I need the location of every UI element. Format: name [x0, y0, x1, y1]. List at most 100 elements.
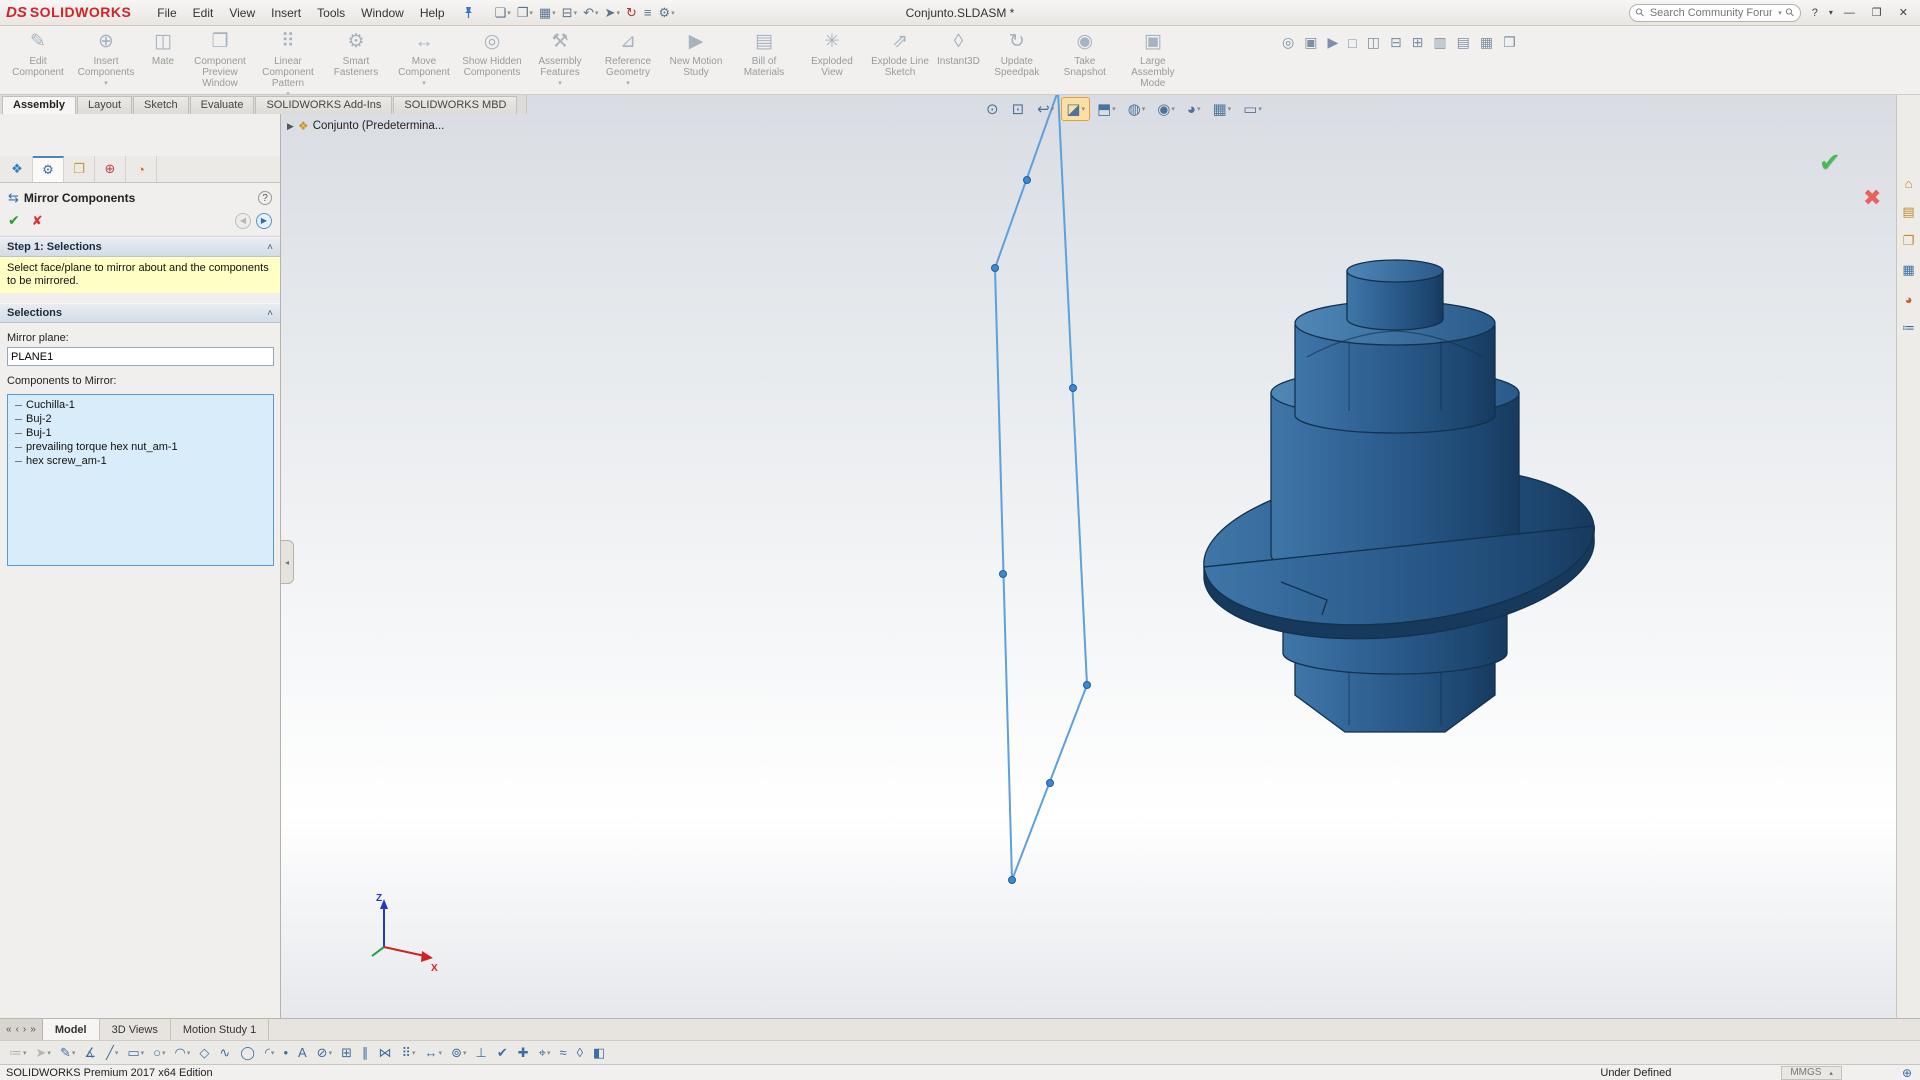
view-settings-button[interactable]: ▭ ▾: [1238, 97, 1267, 121]
update-speedpak-button[interactable]: ↻ Update Speedpak: [983, 26, 1051, 94]
selection-filter-button[interactable]: ≔ ▾: [5, 1043, 31, 1063]
move-component-button[interactable]: ↔ Move Component ▾: [390, 26, 458, 94]
fully-define-sketch-button[interactable]: ✔: [493, 1043, 513, 1063]
tab-solidworks-mbd[interactable]: SOLIDWORKS MBD: [393, 96, 518, 114]
display-style-button[interactable]: ◍ ▾: [1123, 97, 1151, 121]
point-button[interactable]: •: [279, 1043, 293, 1062]
solidworks-resources-tab[interactable]: ⌂: [1897, 170, 1920, 196]
configurationmanager-tab[interactable]: ❐: [64, 156, 95, 182]
record-video-button[interactable]: ▶: [1325, 32, 1340, 53]
reference-geometry-button[interactable]: ⊿ Reference Geometry ▾: [594, 26, 662, 94]
component-list-item[interactable]: hex screw_am-1: [8, 454, 273, 468]
search-icon[interactable]: ⚲: [1782, 5, 1797, 20]
zoom-to-fit-button[interactable]: ⊙: [981, 97, 1005, 121]
displaymanager-tab[interactable]: ◔: [126, 156, 157, 182]
tab-solidworks-add-ins[interactable]: SOLIDWORKS Add-Ins: [255, 96, 393, 114]
trim-entities-button[interactable]: ⊘ ▾: [313, 1043, 336, 1063]
centerpoint-arc-button[interactable]: ◠ ▾: [171, 1043, 195, 1063]
large-assembly-mode-button[interactable]: ▣ Large Assembly Mode: [1119, 26, 1187, 94]
design-library-tab[interactable]: ▤: [1897, 199, 1920, 225]
collapse-chevron-icon[interactable]: ˄: [267, 308, 273, 319]
insert-components-button[interactable]: ⊕ Insert Components ▾: [72, 26, 140, 94]
sketch-fillet-button[interactable]: ◜ ▾: [261, 1043, 279, 1063]
mirror-plane-input[interactable]: [7, 347, 274, 366]
add-relation-button[interactable]: ⊥: [471, 1043, 491, 1063]
custom-properties-tab[interactable]: ≔: [1897, 315, 1920, 341]
tab-sketch[interactable]: Sketch: [133, 96, 189, 114]
display-relations-button[interactable]: ⊚ ▾: [447, 1043, 470, 1063]
help-caret-icon[interactable]: ▾: [1829, 6, 1833, 19]
tab-scroll-button[interactable]: »: [30, 1024, 36, 1035]
shaded-sketch-contours-button[interactable]: ◧: [589, 1043, 610, 1063]
cancel-button[interactable]: ✘: [32, 213, 43, 229]
viewport-two-horizontal-button[interactable]: ⊟: [1388, 32, 1404, 53]
view-orientation-button[interactable]: ⬒ ▾: [1092, 97, 1121, 121]
flyout-feature-tree[interactable]: ▶ ❖ Conjunto (Predetermina...: [287, 119, 444, 133]
new-document-button[interactable]: ❏ ▾: [492, 3, 514, 23]
open-button[interactable]: ❐ ▾: [514, 3, 536, 23]
tile-horizontally-button[interactable]: ▤: [1455, 32, 1472, 53]
apply-scene-button[interactable]: ▦ ▾: [1207, 97, 1236, 121]
search-input[interactable]: [1647, 5, 1775, 20]
selections-header[interactable]: Selections ˄: [0, 303, 280, 323]
explode-line-sketch-button[interactable]: ⇗ Explode Line Sketch: [866, 26, 934, 94]
components-to-mirror-list[interactable]: Cuchilla-1 Buj-2 Buj-1 prevailing torque…: [7, 394, 274, 566]
menu-item[interactable]: View: [221, 3, 263, 23]
text-button[interactable]: A: [294, 1043, 312, 1062]
tab-motion-study-1[interactable]: Motion Study 1: [171, 1019, 270, 1040]
panel-collapse-handle[interactable]: ◂: [281, 540, 294, 584]
minimize-button[interactable]: —: [1838, 5, 1861, 21]
pin-menu-icon[interactable]: [463, 6, 474, 19]
line-button[interactable]: ╱ ▾: [102, 1043, 122, 1063]
edit-appearance-button[interactable]: ◕ ▾: [1182, 97, 1206, 121]
show-hidden-components-button[interactable]: ◎ Show Hidden Components: [458, 26, 526, 94]
graphics-viewport[interactable]: Z X ▶ ❖ Conjunto (Predetermina... ⊙ ⊡ ↩ …: [281, 95, 1896, 1018]
file-properties-button[interactable]: ≡: [641, 3, 656, 22]
convert-entities-button[interactable]: ⊞: [337, 1043, 357, 1063]
close-button[interactable]: ✕: [1893, 4, 1914, 21]
tab-scroll-button[interactable]: ›: [23, 1024, 26, 1035]
component-list-item[interactable]: Cuchilla-1: [8, 398, 273, 412]
assembly-features-button[interactable]: ⚒ Assembly Features ▾: [526, 26, 594, 94]
mirror-plane-preview[interactable]: [991, 95, 1091, 884]
smart-dimension-button[interactable]: ∡: [80, 1043, 101, 1063]
assembly-model[interactable]: [1203, 259, 1595, 733]
next-page-button[interactable]: ▶: [256, 212, 272, 229]
confirm-ok-button[interactable]: ✔: [1819, 147, 1841, 178]
cascade-windows-button[interactable]: ❐: [1501, 32, 1518, 53]
collapse-chevron-icon[interactable]: ˄: [267, 242, 273, 253]
repair-sketch-button[interactable]: ✚: [514, 1043, 534, 1063]
save-button[interactable]: ▦ ▾: [536, 3, 559, 23]
smart-fasteners-button[interactable]: ⚙ Smart Fasteners: [322, 26, 390, 94]
screen-capture-button[interactable]: ◎: [1280, 32, 1296, 53]
component-list-item[interactable]: prevailing torque hex nut_am-1: [8, 440, 273, 454]
undo-button[interactable]: ↶ ▾: [580, 3, 601, 23]
viewport-single-button[interactable]: □: [1346, 33, 1358, 53]
menu-item[interactable]: Window: [353, 3, 412, 23]
previous-page-button[interactable]: ◀: [235, 212, 251, 229]
featuremanager-tab[interactable]: ❖: [2, 156, 33, 182]
menu-item[interactable]: Insert: [263, 3, 309, 23]
tab-evaluate[interactable]: Evaluate: [189, 96, 255, 114]
menu-item[interactable]: File: [149, 3, 184, 23]
new-motion-study-button[interactable]: ▶ New Motion Study: [662, 26, 730, 94]
zoom-to-area-button[interactable]: ⊡: [1007, 97, 1031, 121]
options-button[interactable]: ⚙ ▾: [655, 3, 677, 23]
tab-model[interactable]: Model: [42, 1019, 100, 1040]
file-explorer-tab[interactable]: ❐: [1897, 228, 1920, 254]
instant3d-button[interactable]: ◊ Instant3D: [934, 26, 983, 94]
expand-arrow-icon[interactable]: ▶: [287, 121, 294, 132]
linear-sketch-pattern-button[interactable]: ⠿ ▾: [398, 1043, 420, 1063]
move-entities-button[interactable]: ↔ ▾: [421, 1043, 447, 1062]
mirror-entities-button[interactable]: ⋈: [375, 1043, 397, 1063]
help-icon[interactable]: ?: [258, 191, 272, 205]
menu-item[interactable]: Edit: [185, 3, 222, 23]
web-help-icon[interactable]: ⊕: [1902, 1066, 1912, 1080]
link-views-button[interactable]: ▥: [1431, 32, 1448, 53]
quick-snaps-button[interactable]: ⌖ ▾: [535, 1043, 555, 1063]
appearances-scenes-tab[interactable]: ◕: [1897, 286, 1920, 312]
tab-3d-views[interactable]: 3D Views: [100, 1019, 171, 1040]
rebuild-button[interactable]: ↻: [623, 3, 641, 23]
bill-of-materials-button[interactable]: ▤ Bill of Materials: [730, 26, 798, 94]
component-list-item[interactable]: Buj-2: [8, 412, 273, 426]
